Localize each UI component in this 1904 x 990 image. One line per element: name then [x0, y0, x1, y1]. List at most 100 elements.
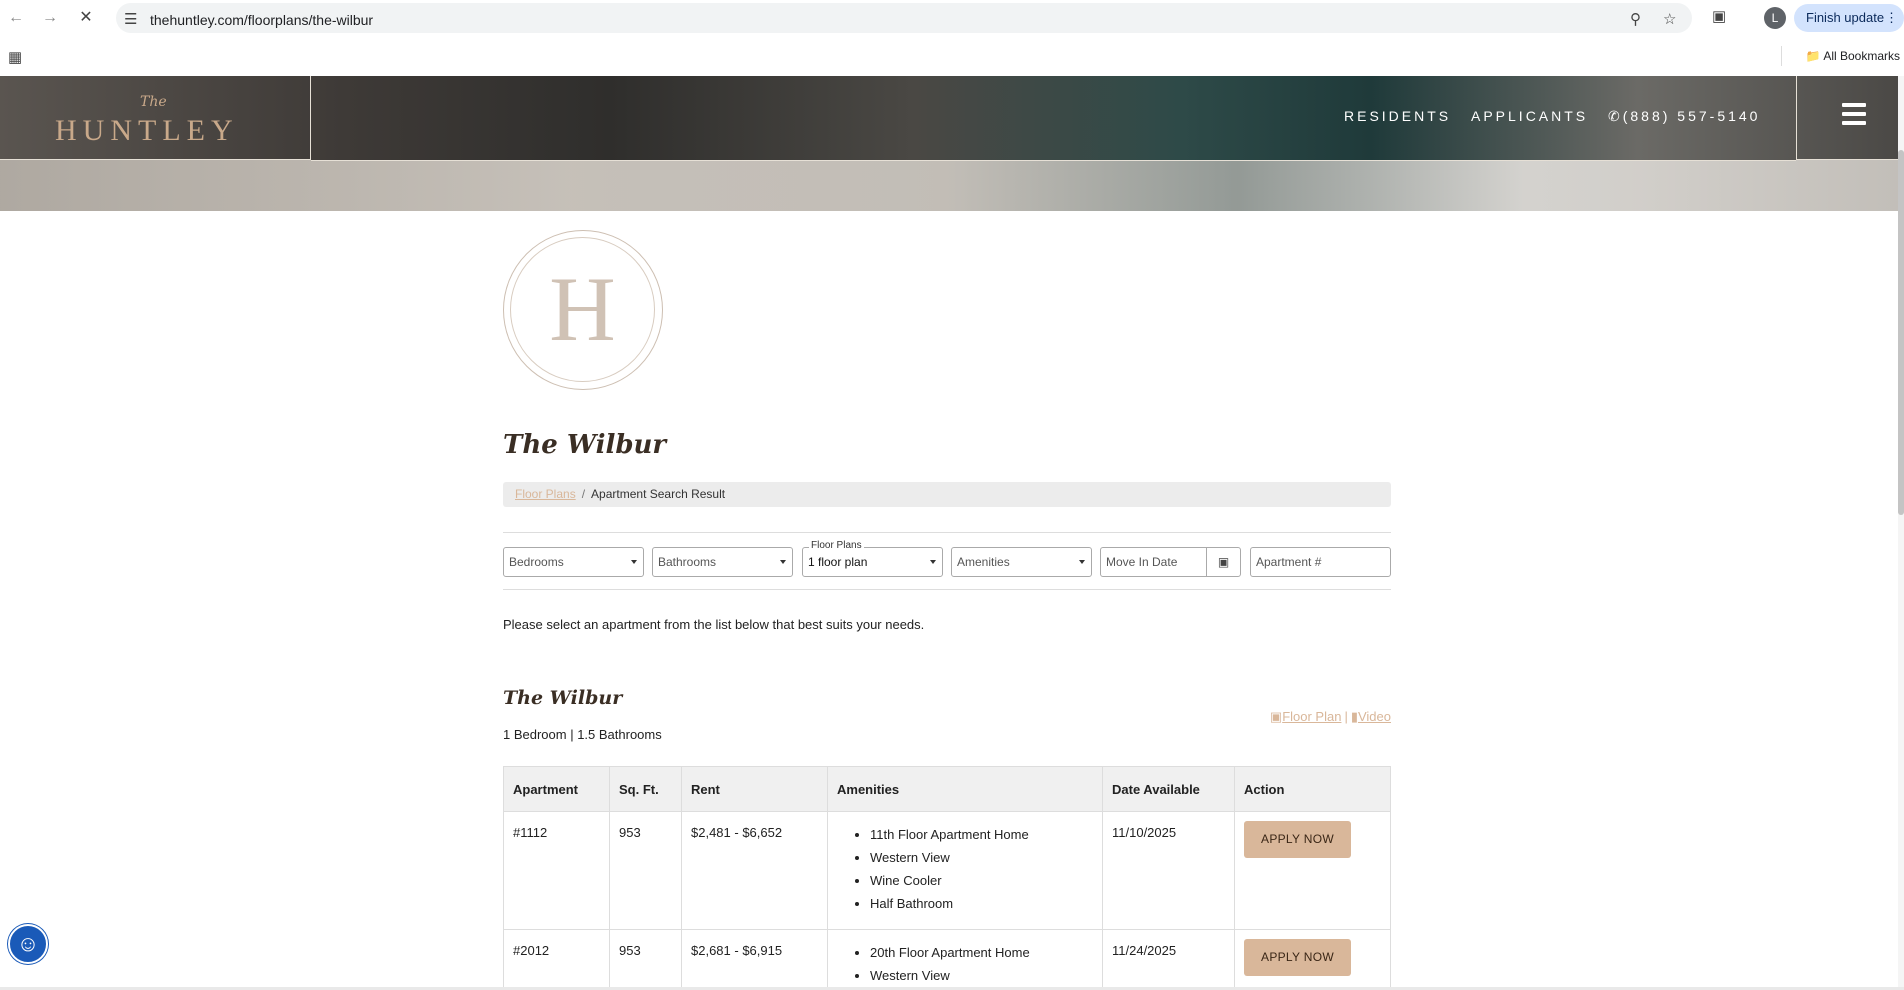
col-amenities: Amenities — [827, 766, 1103, 812]
page-title: The Wilbur — [503, 430, 667, 460]
move-in-date-input[interactable]: Move In Date ▣ — [1100, 547, 1241, 577]
nav-phone[interactable]: ✆(888) 557-5140 — [1608, 108, 1760, 125]
caret-down-icon — [1079, 560, 1085, 564]
apartment-number-input[interactable]: Apartment # — [1250, 547, 1391, 577]
tab-search-icon[interactable]: ▣ — [1712, 7, 1726, 25]
col-date-available: Date Available — [1102, 766, 1235, 812]
video-link[interactable]: Video — [1358, 709, 1391, 724]
finish-update-label: Finish update — [1806, 10, 1885, 25]
amenities-cell: 11th Floor Apartment Home Western View W… — [827, 811, 1103, 930]
breadcrumb-floor-plans-link[interactable]: Floor Plans — [515, 487, 576, 501]
apps-grid-icon[interactable]: ▦ — [8, 48, 22, 66]
amenity-item: Western View — [870, 846, 1093, 869]
bedrooms-select-value: Bedrooms — [509, 555, 564, 569]
url-text: thehuntley.com/floorplans/the-wilbur — [150, 12, 374, 28]
apartment-number-placeholder: Apartment # — [1256, 555, 1322, 569]
amenity-item: Half Bathroom — [870, 892, 1093, 915]
logo-the-text: The — [140, 94, 167, 110]
bookmarks-bar: ▦ 📁 All Bookmarks — [0, 36, 1904, 76]
date-available: 11/24/2025 — [1102, 929, 1235, 990]
sqft-value: 953 — [609, 929, 682, 990]
bathrooms-select-value: Bathrooms — [658, 555, 717, 569]
scrollbar-thumb[interactable] — [1898, 150, 1904, 515]
action-cell: APPLY NOW — [1234, 811, 1391, 930]
amenity-item: Wine Cooler — [870, 869, 1093, 892]
header-divider — [311, 160, 1796, 161]
plan-title: The Wilbur — [503, 687, 623, 709]
profile-avatar[interactable]: L — [1764, 7, 1786, 29]
site-logo[interactable]: The HUNTLEY — [0, 76, 311, 160]
hamburger-icon — [1842, 103, 1866, 130]
amenity-item: Western View — [870, 964, 1093, 987]
nav-residents[interactable]: RESIDENTS — [1344, 108, 1451, 124]
hero-banner: The HUNTLEY RESIDENTS APPLICANTS ✆(888) … — [0, 76, 1904, 211]
site-info-icon[interactable]: ☰ — [124, 10, 137, 28]
monogram-logo: H — [503, 230, 663, 390]
col-action: Action — [1234, 766, 1391, 812]
amenities-list: 20th Floor Apartment Home Western View — [870, 941, 1093, 987]
folder-icon: 📁 — [1805, 49, 1821, 63]
nav-applicants[interactable]: APPLICANTS — [1471, 108, 1588, 124]
finish-update-button[interactable]: Finish update ⋮ — [1794, 4, 1904, 32]
phone-icon: ✆ — [1608, 108, 1623, 124]
instruction-text: Please select an apartment from the list… — [503, 617, 925, 632]
plan-subtitle: 1 Bedroom | 1.5 Bathrooms — [503, 727, 662, 742]
logo-name-text: HUNTLEY — [55, 114, 239, 147]
forward-icon[interactable]: → — [38, 6, 62, 30]
breadcrumb: Floor Plans / Apartment Search Result — [503, 482, 1391, 507]
col-sqft: Sq. Ft. — [609, 766, 682, 812]
amenities-select-value: Amenities — [957, 555, 1010, 569]
image-icon: ▣ — [1269, 709, 1283, 724]
amenity-item: 20th Floor Apartment Home — [870, 941, 1093, 964]
breadcrumb-current: Apartment Search Result — [591, 487, 726, 501]
amenity-item: 11th Floor Apartment Home — [870, 823, 1093, 846]
apartment-number: #1112 — [503, 811, 610, 930]
phone-number: (888) 557-5140 — [1622, 108, 1761, 124]
apply-now-button[interactable]: APPLY NOW — [1244, 939, 1351, 976]
apply-now-button[interactable]: APPLY NOW — [1244, 821, 1351, 858]
bedrooms-select[interactable]: Bedrooms — [503, 547, 644, 577]
menu-button[interactable] — [1796, 76, 1904, 160]
bookmarks-divider — [1781, 46, 1782, 66]
monogram-letter: H — [510, 237, 655, 382]
bathrooms-select[interactable]: Bathrooms — [652, 547, 793, 577]
back-icon[interactable]: ← — [4, 6, 28, 30]
kebab-menu-icon[interactable]: ⋮ — [1885, 4, 1898, 32]
bookmark-star-icon[interactable]: ☆ — [1663, 10, 1676, 28]
filter-divider-bottom — [503, 589, 1391, 590]
floor-plans-select-value: 1 floor plan — [808, 555, 868, 569]
col-apartment: Apartment — [503, 766, 610, 812]
amenities-list: 11th Floor Apartment Home Western View W… — [870, 823, 1093, 915]
caret-down-icon — [780, 560, 786, 564]
caret-down-icon — [631, 560, 637, 564]
address-bar[interactable]: ☰ thehuntley.com/floorplans/the-wilbur ⚲… — [116, 3, 1692, 33]
amenities-cell: 20th Floor Apartment Home Western View — [827, 929, 1103, 990]
stop-loading-icon[interactable]: ✕ — [74, 6, 98, 30]
sqft-value: 953 — [609, 811, 682, 930]
amenities-select[interactable]: Amenities — [951, 547, 1092, 577]
all-bookmarks-label: All Bookmarks — [1823, 49, 1900, 63]
table-row: #1112 953 $2,481 - $6,652 11th Floor Apa… — [503, 811, 1391, 930]
rent-value: $2,481 - $6,652 — [681, 811, 828, 930]
apartment-number: #2012 — [503, 929, 610, 990]
rent-value: $2,681 - $6,915 — [681, 929, 828, 990]
breadcrumb-separator: / — [581, 487, 586, 501]
accessibility-icon[interactable]: ☺ — [8, 924, 48, 964]
table-row: #2012 953 $2,681 - $6,915 20th Floor Apa… — [503, 929, 1391, 990]
calendar-icon[interactable]: ▣ — [1206, 548, 1240, 576]
move-in-date-placeholder: Move In Date — [1106, 555, 1178, 569]
floor-plans-select[interactable]: 1 floor plan — [802, 547, 943, 577]
floor-plan-link[interactable]: Floor Plan — [1282, 709, 1341, 724]
plan-links: ▣Floor Plan | ▮Video — [1270, 709, 1391, 725]
date-available: 11/10/2025 — [1102, 811, 1235, 930]
hero-image-lower — [0, 160, 1904, 211]
col-rent: Rent — [681, 766, 828, 812]
caret-down-icon — [930, 560, 936, 564]
filter-divider-top — [503, 532, 1391, 533]
plan-links-separator: | — [1344, 709, 1348, 724]
all-bookmarks-button[interactable]: 📁 All Bookmarks — [1806, 49, 1900, 63]
browser-toolbar: ← → ✕ ☰ thehuntley.com/floorplans/the-wi… — [0, 0, 1904, 36]
zoom-icon[interactable]: ⚲ — [1630, 10, 1641, 28]
video-camera-icon: ▮ — [1350, 709, 1358, 724]
table-header-row: Apartment Sq. Ft. Rent Amenities Date Av… — [503, 766, 1391, 812]
